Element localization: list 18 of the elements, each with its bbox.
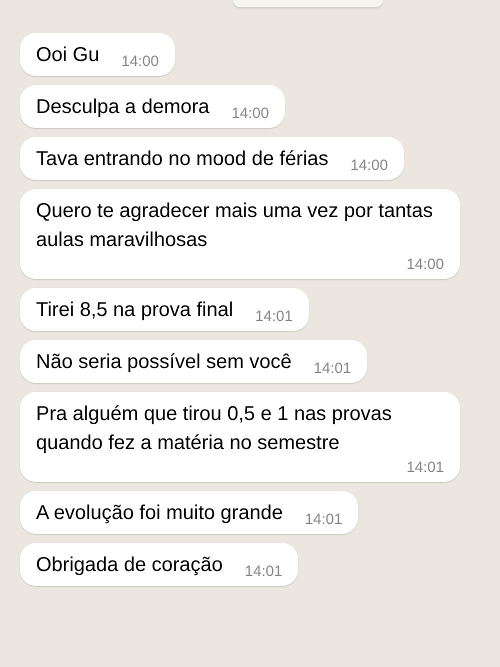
message-time: 14:00 xyxy=(350,156,388,176)
message-time: 14:01 xyxy=(314,359,352,379)
message-time: 14:00 xyxy=(406,255,444,275)
message-text: Tirei 8,5 na prova final xyxy=(36,298,234,323)
message-text: Ooi Gu xyxy=(36,43,100,68)
message-text: Tava entrando no mood de férias xyxy=(36,147,328,172)
message-text: A evolução foi muito grande xyxy=(36,501,283,526)
message-time: 14:00 xyxy=(121,52,159,72)
message-time: 14:00 xyxy=(231,104,269,124)
message-time: 14:01 xyxy=(304,510,342,530)
message-text: Desculpa a demora xyxy=(36,95,210,120)
message-time: 14:01 xyxy=(244,562,282,582)
message-text: Obrigada de coração xyxy=(36,553,223,578)
message-text: Quero te agradecer mais uma vez por tantas aulas maravilhosas xyxy=(36,199,434,253)
message-time: 14:01 xyxy=(255,307,293,327)
message-text: Pra alguém que tirou 0,5 e 1 nas provas quando fez a matéria no semestre xyxy=(36,402,393,456)
message-time: 14:01 xyxy=(406,458,444,478)
message-text: Não seria possível sem você xyxy=(36,350,292,375)
